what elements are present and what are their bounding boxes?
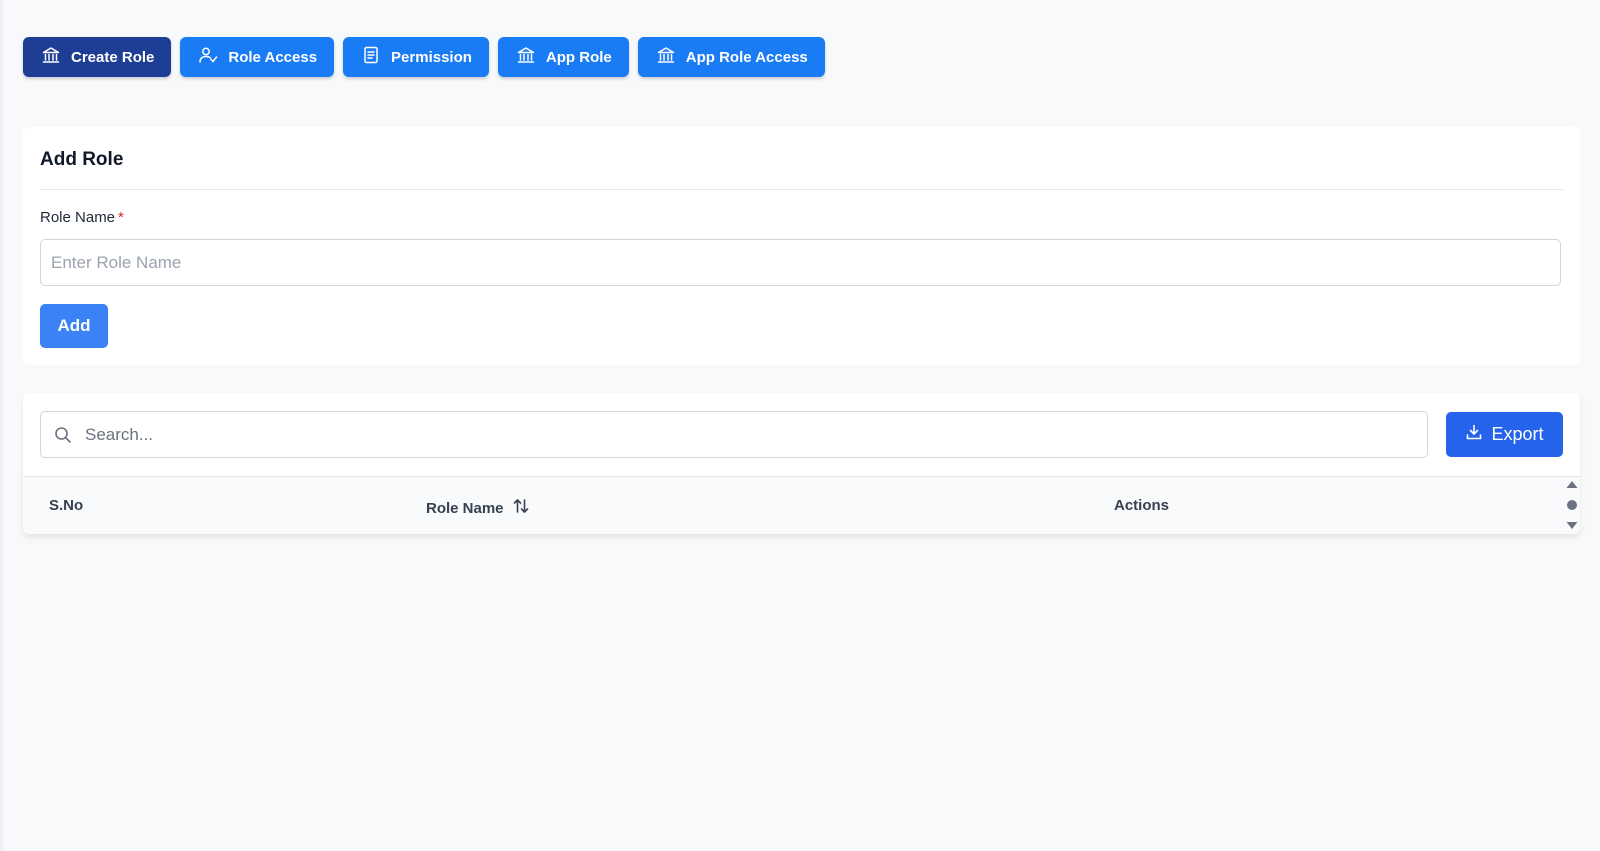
required-marker: * <box>118 209 124 226</box>
column-header-sno: S.No <box>49 497 83 514</box>
column-header-actions: Actions <box>1114 497 1169 514</box>
sort-icon[interactable] <box>512 497 530 519</box>
tab-label: App Role <box>545 48 612 66</box>
column-label: Actions <box>1114 497 1170 514</box>
role-name-label: Role Name * <box>40 209 124 226</box>
export-button[interactable]: Export <box>1446 412 1563 457</box>
role-name-label-text: Role Name <box>40 209 116 226</box>
column-label: Role Name <box>426 499 504 517</box>
download-icon <box>1465 423 1483 446</box>
tab-role-access[interactable]: Role Access <box>180 37 335 77</box>
document-icon <box>361 45 381 69</box>
left-edge <box>0 0 3 851</box>
tab-label: Role Access <box>228 48 318 66</box>
role-name-input[interactable] <box>40 239 1561 286</box>
search-input[interactable] <box>85 412 1415 457</box>
tab-label: App Role Access <box>685 48 808 66</box>
bank-icon <box>41 45 61 69</box>
scroll-thumb <box>1567 500 1577 510</box>
add-button[interactable]: Add <box>40 304 108 348</box>
column-header-role-name[interactable]: Role Name <box>426 497 530 519</box>
bank-icon <box>516 45 536 69</box>
tab-create-role[interactable]: Create Role <box>23 37 172 77</box>
tab-app-role[interactable]: App Role <box>497 37 629 77</box>
tab-app-role-access[interactable]: App Role Access <box>637 37 825 77</box>
tab-permission[interactable]: Permission <box>343 37 489 77</box>
table-header: S.No Role Name Actions <box>23 476 1580 534</box>
divider <box>40 189 1563 190</box>
role-tabs: Create Role Role Access Permission App R… <box>23 37 825 77</box>
add-role-card: Add Role Role Name* Add <box>23 127 1580 365</box>
tab-label: Create Role <box>71 48 155 66</box>
roles-table-card: Export S.No Role Name Actions <box>23 393 1580 534</box>
scroll-up-arrow <box>1566 481 1578 488</box>
tab-label: Permission <box>391 48 472 66</box>
card-title: Add Role <box>40 149 124 170</box>
bank-icon <box>656 45 676 69</box>
scroll-down-arrow <box>1566 522 1578 529</box>
search-box <box>40 411 1428 458</box>
column-label: S.No <box>49 497 84 514</box>
table-scrollbar[interactable] <box>1565 479 1579 531</box>
user-check-icon <box>198 45 218 69</box>
export-label: Export <box>1491 424 1544 444</box>
